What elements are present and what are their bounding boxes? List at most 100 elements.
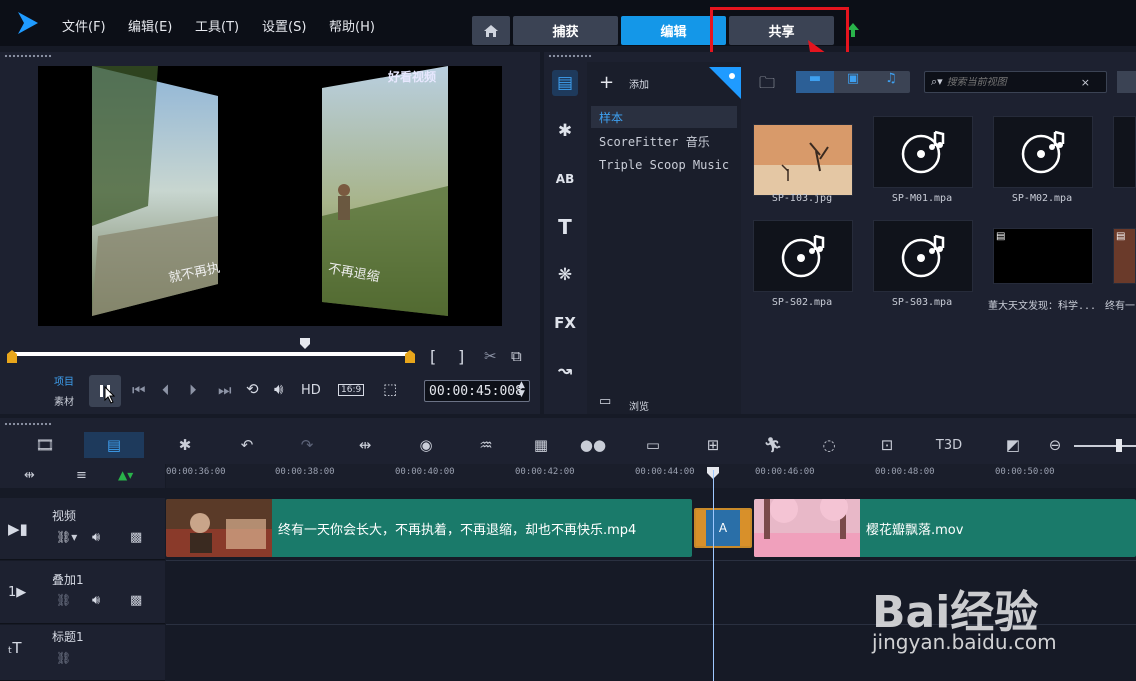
multi-camera-icon[interactable]: ⊞ (700, 432, 726, 458)
show-audio-icon[interactable]: ♫ (872, 71, 910, 93)
link-icon[interactable]: ⛓︎ (56, 593, 71, 607)
sound-mixer-icon[interactable]: ♒ (473, 432, 499, 458)
track-manager-icon[interactable]: ⇹ (24, 468, 35, 483)
view-options-button[interactable] (1117, 71, 1136, 93)
clear-search-icon[interactable]: × (1081, 76, 1090, 89)
go-to-start-icon[interactable]: ⏮ (132, 381, 146, 399)
fit-timeline-icon[interactable]: ⇹ (352, 432, 378, 458)
tab-home[interactable] (472, 16, 510, 45)
show-photo-icon[interactable]: ▣ (834, 71, 872, 93)
transition-icon[interactable]: AB (552, 166, 578, 192)
zoom-out-icon[interactable]: ⊖ (1042, 432, 1068, 458)
import-media-icon[interactable]: 🗀︎ (759, 72, 775, 99)
media-thumb[interactable] (993, 116, 1093, 188)
media-thumb-partial[interactable] (1113, 116, 1136, 188)
transparency-icon[interactable]: ▩ (130, 593, 142, 608)
media-thumb[interactable] (753, 220, 853, 292)
trim-end-marker[interactable] (404, 350, 416, 364)
mask-creator-icon[interactable]: ◌ (816, 432, 842, 458)
media-thumb[interactable] (873, 116, 973, 188)
menu-tools[interactable]: 工具(T) (195, 16, 239, 35)
link-icon[interactable]: ⛓︎ (56, 651, 71, 665)
split-screen-icon[interactable]: ◩ (1000, 432, 1026, 458)
timecode-stepper-icon[interactable]: ▲ ▼ (518, 381, 525, 399)
mute-track-icon[interactable]: 🔊︎ (92, 593, 100, 608)
undo-icon[interactable]: ↶ (234, 432, 260, 458)
transition-clip[interactable]: A (694, 508, 752, 548)
trim-bar[interactable] (12, 352, 412, 356)
redo-icon[interactable]: ↷ (294, 432, 320, 458)
storyboard-view-icon[interactable]: 🎞︎ (32, 432, 58, 458)
aspect-ratio-button[interactable]: 16:9 (338, 384, 365, 396)
media-caption: SP-S03.mpa (891, 297, 953, 308)
chapter-point-icon[interactable]: ▲▾ (118, 468, 133, 482)
menu-help[interactable]: 帮助(H) (329, 16, 375, 35)
search-input[interactable] (946, 76, 1077, 88)
library-item-sample[interactable]: 样本 (591, 106, 737, 128)
ruler-tick-label: 00:00:46:00 (755, 467, 815, 477)
scissors-icon[interactable]: ✂ (484, 347, 497, 365)
title-icon[interactable]: T (552, 214, 578, 240)
add-folder-icon[interactable]: + (599, 72, 614, 93)
audio-disc-icon (901, 130, 945, 174)
graphics-icon[interactable]: ❋ (552, 262, 578, 288)
timeline-view-icon[interactable]: ▤ (84, 432, 144, 458)
add-folder-label[interactable]: 添加 (629, 76, 649, 91)
previous-frame-icon[interactable]: ⏴ (162, 381, 170, 399)
mark-out-icon[interactable]: ] (458, 347, 464, 366)
media-thumb[interactable] (753, 124, 853, 196)
pin-corner-icon[interactable] (709, 67, 741, 99)
timecode-display[interactable]: 00:00:45:008 (424, 380, 530, 402)
media-thumb[interactable]: ▤ (993, 228, 1093, 284)
scrub-handle[interactable] (298, 336, 312, 350)
library-item-scorefitter[interactable]: ScoreFitter 音乐 (591, 130, 737, 152)
video-preview[interactable]: 好看视频 就不再执 不再退缩 (38, 66, 502, 326)
tab-capture[interactable]: 捕获 (513, 16, 618, 45)
time-remap-icon[interactable]: 🏃︎ (760, 432, 786, 458)
media-thumb[interactable] (873, 220, 973, 292)
project-mode-label[interactable]: 项目 (54, 373, 74, 388)
search-field[interactable]: ⌕▾ × (924, 71, 1107, 93)
enlarge-preview-icon[interactable]: ⧉ (511, 347, 522, 365)
transparency-icon[interactable]: ▩ (130, 530, 142, 545)
link-icon[interactable]: ⛓︎▾ (56, 530, 77, 544)
timeline-grip (4, 422, 52, 426)
pan-zoom-icon[interactable]: ⊡ (874, 432, 900, 458)
go-to-end-icon[interactable]: ⏭ (218, 381, 232, 399)
library-item-triple-scoop[interactable]: Triple Scoop Music (591, 154, 737, 176)
browse-icon[interactable]: ▭ (599, 394, 611, 409)
zoom-slider[interactable] (1074, 445, 1136, 447)
show-video-icon[interactable]: ▬ (796, 71, 834, 93)
motion-tracking-icon[interactable]: ●● (580, 432, 606, 458)
media-thumb-partial[interactable]: ▤ (1113, 228, 1136, 284)
video-track-icon: ▶▮ (8, 520, 28, 538)
mute-track-icon[interactable]: 🔊︎ (92, 530, 100, 545)
mark-in-icon[interactable]: [ (430, 347, 436, 366)
media-library-icon[interactable]: ▤ (552, 70, 578, 96)
timeline-clip-1[interactable]: 终有一天你会长大，不再执着，不再退缩，却也不再快乐.mp4 (166, 499, 692, 557)
timeline-clip-2[interactable]: 樱花瓣飘落.mov (754, 499, 1136, 557)
menu-file[interactable]: 文件(F) (62, 16, 106, 35)
add-track-icon[interactable]: ≡ (76, 468, 87, 483)
ruler-tick-label: 00:00:42:00 (515, 467, 575, 477)
browse-label[interactable]: 浏览 (629, 398, 649, 413)
menu-edit[interactable]: 编辑(E) (128, 16, 172, 35)
3d-title-icon[interactable]: T3D (932, 432, 966, 458)
crop-icon[interactable]: ⬚ (383, 380, 397, 398)
volume-icon[interactable]: 🔊︎ (274, 380, 283, 398)
track-header-title: ₜT 标题1 ⛓︎ (0, 625, 165, 681)
trim-start-marker[interactable] (6, 350, 18, 364)
path-icon[interactable]: ↝ (552, 358, 578, 384)
record-capture-icon[interactable]: ◉ (413, 432, 439, 458)
menu-settings[interactable]: 设置(S) (262, 16, 306, 35)
auto-music-icon[interactable]: ▦ (528, 432, 554, 458)
next-frame-icon[interactable]: ⏵ (189, 381, 197, 399)
clip-mode-label[interactable]: 素材 (54, 393, 74, 408)
toolbar-tools-icon[interactable]: ✱ (172, 432, 198, 458)
repeat-icon[interactable]: ⟲ (246, 380, 259, 398)
hd-toggle[interactable]: HD (301, 383, 321, 398)
instant-project-icon[interactable]: ✱ (552, 118, 578, 144)
zoom-slider-handle[interactable] (1116, 439, 1122, 452)
subtitle-editor-icon[interactable]: ▭ (640, 432, 666, 458)
fx-icon[interactable]: FX (552, 310, 578, 336)
